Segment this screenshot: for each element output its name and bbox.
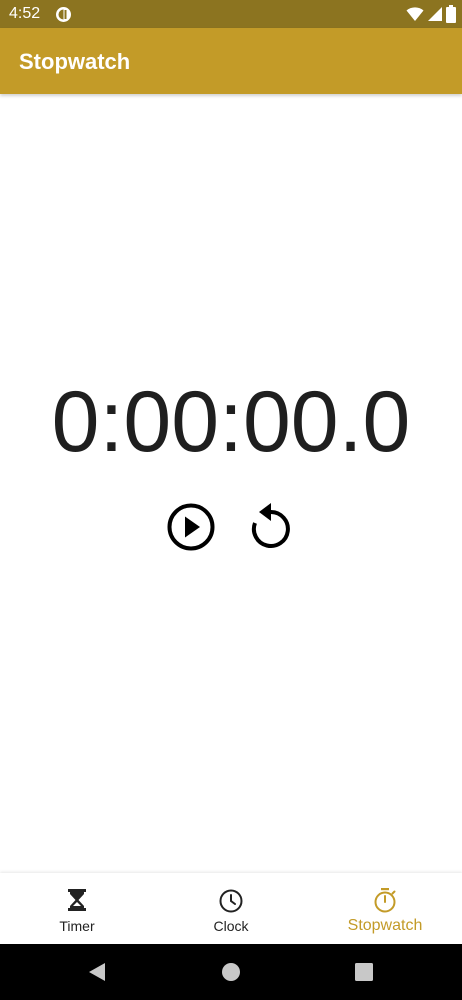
status-icons bbox=[406, 5, 456, 23]
wifi-icon bbox=[406, 7, 424, 21]
nav-item-clock[interactable]: Clock bbox=[154, 873, 308, 944]
nav-label-stopwatch: Stopwatch bbox=[347, 917, 423, 934]
back-icon[interactable] bbox=[83, 958, 111, 986]
hourglass-icon bbox=[68, 889, 86, 911]
home-icon[interactable] bbox=[217, 958, 245, 986]
system-navigation-bar bbox=[0, 944, 462, 1000]
nav-item-stopwatch[interactable]: Stopwatch bbox=[308, 873, 462, 944]
status-time: 4:52 bbox=[9, 5, 41, 22]
clock-icon bbox=[219, 889, 243, 913]
battery-icon bbox=[446, 5, 456, 23]
stopwatch-icon bbox=[374, 888, 396, 913]
nav-label-clock: Clock bbox=[213, 918, 249, 934]
reset-button[interactable] bbox=[244, 500, 298, 554]
play-circle-icon bbox=[167, 503, 215, 551]
status-bar: 4:52 bbox=[0, 0, 462, 28]
nav-label-timer: Timer bbox=[59, 918, 95, 934]
reset-icon bbox=[251, 503, 290, 548]
recents-icon[interactable] bbox=[350, 958, 378, 986]
nav-item-timer[interactable]: Timer bbox=[0, 873, 154, 944]
app-bar: Stopwatch bbox=[0, 28, 462, 94]
bottom-navigation: Timer Clock Stopwatch bbox=[0, 873, 462, 944]
play-button[interactable] bbox=[164, 500, 218, 554]
half-circle-app-icon bbox=[56, 7, 71, 22]
page-title: Stopwatch bbox=[19, 49, 131, 74]
signal-icon bbox=[428, 7, 442, 21]
stopwatch-time-display: 0:00:00.0 bbox=[51, 374, 411, 470]
